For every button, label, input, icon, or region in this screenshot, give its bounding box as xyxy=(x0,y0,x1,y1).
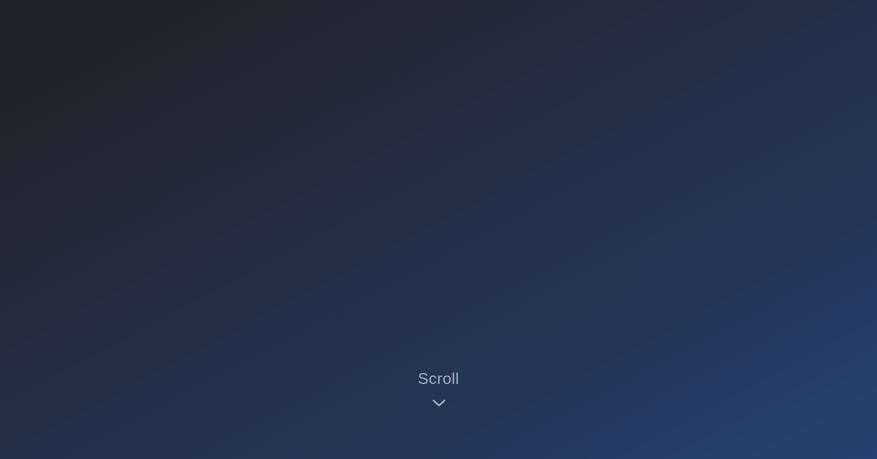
hero-section: Scroll xyxy=(0,0,877,459)
chevron-down-icon xyxy=(432,399,445,407)
scroll-label: Scroll xyxy=(417,371,460,388)
scroll-indicator[interactable]: Scroll xyxy=(0,370,877,408)
